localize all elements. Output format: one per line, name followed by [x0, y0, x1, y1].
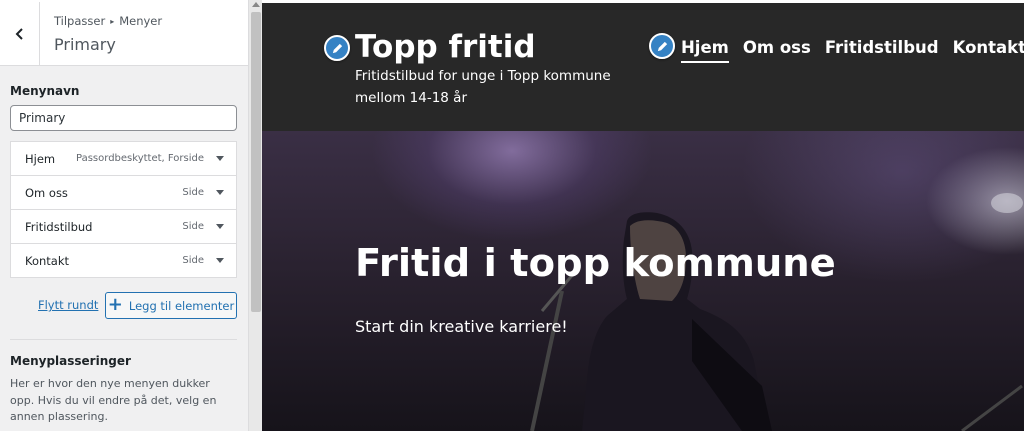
menu-item-type: Side: [182, 221, 204, 232]
menu-item-label: Kontakt: [25, 253, 70, 268]
caret-down-icon[interactable]: [216, 258, 224, 263]
reorder-link[interactable]: Flytt rundt: [38, 298, 98, 312]
site-title[interactable]: Topp fritid: [355, 29, 536, 65]
section-title: Primary: [54, 35, 116, 54]
plus-icon: +: [107, 293, 123, 315]
add-items-button[interactable]: + Legg til elementer: [105, 292, 237, 319]
menu-item[interactable]: Kontakt Side: [10, 243, 237, 278]
hero-title: Fritid i topp kommune: [355, 241, 836, 286]
menu-item-label: Hjem: [25, 151, 56, 166]
breadcrumb-item: Tilpasser: [54, 14, 106, 28]
back-button[interactable]: [0, 2, 40, 65]
menu-item-label: Om oss: [25, 185, 68, 200]
menu-name-label: Menynavn: [10, 84, 80, 98]
menu-locations-title: Menyplasseringer: [10, 354, 131, 368]
nav-item-hjem[interactable]: Hjem: [681, 38, 729, 63]
caret-down-icon[interactable]: [216, 224, 224, 229]
pencil-icon: [332, 43, 342, 53]
section-header: Tilpasser ▸ Menyer Primary: [0, 2, 248, 66]
hero-subtitle: Start din kreative karriere!: [355, 317, 568, 336]
hero-banner: Fritid i topp kommune Start din kreative…: [262, 131, 1024, 431]
site-preview: Topp fritid Fritidstilbud for unge i Top…: [262, 0, 1024, 431]
divider: [10, 339, 237, 340]
scrollbar-thumb[interactable]: [251, 12, 261, 312]
menu-item[interactable]: Hjem Passordbeskyttet, Forside: [10, 141, 237, 176]
sidebar-scrollbar[interactable]: [248, 0, 262, 431]
nav-item-kontakt[interactable]: Kontakt: [953, 38, 1024, 63]
site-header: Topp fritid Fritidstilbud for unge i Top…: [262, 0, 1024, 131]
customizer-sidebar: Tilpasser ▸ Menyer Primary Menynavn Hjem…: [0, 0, 248, 431]
site-description: Fritidstilbud for unge i Topp kommune me…: [355, 68, 611, 106]
menu-item[interactable]: Fritidstilbud Side: [10, 209, 237, 244]
nav-item-om-oss[interactable]: Om oss: [743, 38, 811, 63]
breadcrumb-item: Menyer: [119, 14, 163, 28]
chevron-left-icon: [15, 27, 23, 40]
menu-item[interactable]: Om oss Side: [10, 175, 237, 210]
menu-item-type: Side: [182, 255, 204, 266]
pencil-icon: [657, 41, 667, 51]
menu-items-list: Hjem Passordbeskyttet, Forside Om oss Si…: [10, 141, 237, 278]
edit-title-shortcut[interactable]: [324, 35, 350, 61]
add-items-label: Legg til elementer: [128, 298, 235, 313]
nav-item-fritidstilbud[interactable]: Fritidstilbud: [825, 38, 939, 63]
menu-item-label: Fritidstilbud: [25, 219, 93, 234]
menu-locations-description: Her er hvor den nye menyen dukker opp. H…: [10, 377, 217, 423]
menu-name-input[interactable]: [10, 105, 237, 131]
menu-item-type: Passordbeskyttet, Forside: [76, 153, 204, 164]
caret-down-icon[interactable]: [216, 156, 224, 161]
breadcrumb-separator-icon: ▸: [110, 16, 115, 26]
primary-nav: Hjem Om oss Fritidstilbud Kontakt: [681, 38, 1024, 63]
menu-item-type: Side: [182, 187, 204, 198]
scroll-up-icon[interactable]: [252, 2, 260, 7]
breadcrumb: Tilpasser ▸ Menyer: [54, 14, 162, 28]
edit-menu-shortcut[interactable]: [649, 33, 675, 59]
caret-down-icon[interactable]: [216, 190, 224, 195]
